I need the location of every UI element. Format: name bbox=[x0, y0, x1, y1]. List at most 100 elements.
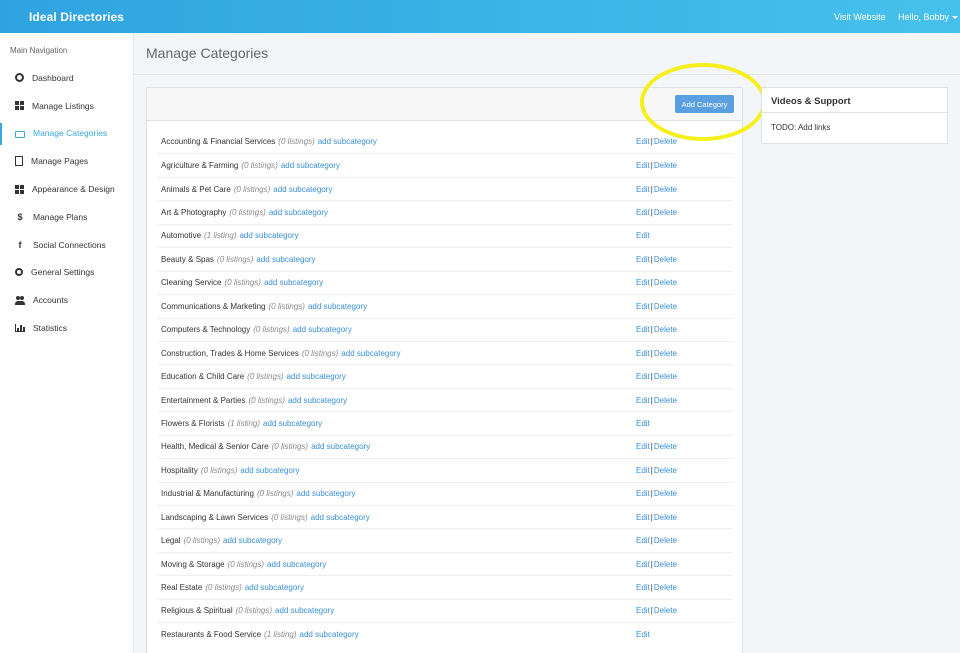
edit-link[interactable]: Edit bbox=[636, 325, 650, 334]
add-subcategory-link[interactable]: add subcategory bbox=[311, 442, 370, 451]
edit-link[interactable]: Edit bbox=[636, 606, 650, 615]
edit-link[interactable]: Edit bbox=[636, 255, 650, 264]
add-subcategory-link[interactable]: add subcategory bbox=[264, 278, 323, 287]
delete-link[interactable]: Delete bbox=[654, 302, 677, 311]
delete-link[interactable]: Delete bbox=[654, 137, 677, 146]
add-subcategory-link[interactable]: add subcategory bbox=[223, 536, 282, 545]
add-subcategory-link[interactable]: add subcategory bbox=[245, 583, 304, 592]
delete-link[interactable]: Delete bbox=[654, 185, 677, 194]
visit-website-link[interactable]: Visit Website bbox=[834, 12, 886, 22]
title-divider bbox=[134, 74, 960, 75]
separator: | bbox=[650, 559, 653, 569]
table-row: Art & Photography (0 listings) add subcate… bbox=[158, 200, 733, 223]
sidebar-item-appearance[interactable]: Appearance & Design bbox=[0, 175, 133, 203]
sidebar-item-label: Manage Categories bbox=[33, 128, 108, 139]
dollar-icon: $ bbox=[17, 211, 23, 222]
sidebar-item-general-settings[interactable]: General Settings bbox=[0, 259, 133, 287]
row-actions: Edit|Delete bbox=[636, 442, 677, 451]
add-subcategory-link[interactable]: add subcategory bbox=[287, 372, 346, 381]
delete-link[interactable]: Delete bbox=[654, 606, 677, 615]
add-subcategory-link[interactable]: add subcategory bbox=[267, 560, 326, 569]
category-name: Construction, Trades & Home Services bbox=[161, 348, 299, 358]
sidebar-item-statistics[interactable]: Statistics bbox=[0, 314, 133, 342]
table-row: Industrial & Manufacturing (0 listings) ad… bbox=[158, 481, 733, 505]
add-subcategory-link[interactable]: add subcategory bbox=[239, 231, 298, 240]
add-subcategory-link[interactable]: add subcategory bbox=[341, 349, 400, 358]
listing-count: (0 listings) bbox=[205, 583, 242, 593]
user-menu[interactable]: Hello, Bobby bbox=[898, 12, 959, 22]
sidebar-item-manage-listings[interactable]: Manage Listings bbox=[0, 92, 133, 120]
delete-link[interactable]: Delete bbox=[654, 278, 677, 287]
add-subcategory-link[interactable]: add subcategory bbox=[256, 255, 315, 264]
category-name: Religious & Spiritual bbox=[161, 606, 233, 616]
delete-link[interactable]: Delete bbox=[654, 161, 677, 170]
delete-link[interactable]: Delete bbox=[654, 208, 677, 217]
edit-link[interactable]: Edit bbox=[636, 278, 650, 287]
edit-link[interactable]: Edit bbox=[636, 231, 650, 240]
delete-link[interactable]: Delete bbox=[654, 560, 677, 569]
category-name: Flowers & Florists bbox=[161, 418, 225, 428]
edit-link[interactable]: Edit bbox=[636, 630, 650, 639]
delete-link[interactable]: Delete bbox=[654, 489, 677, 498]
separator: | bbox=[650, 161, 653, 171]
delete-link[interactable]: Delete bbox=[654, 396, 677, 405]
edit-link[interactable]: Edit bbox=[636, 349, 650, 358]
listing-count: (0 listings) bbox=[227, 559, 265, 569]
delete-link[interactable]: Delete bbox=[654, 325, 677, 334]
sidebar-item-manage-pages[interactable]: Manage Pages bbox=[0, 147, 133, 175]
delete-link[interactable]: Delete bbox=[654, 466, 677, 475]
add-subcategory-link[interactable]: add subcategory bbox=[275, 606, 334, 615]
delete-link[interactable]: Delete bbox=[654, 349, 677, 358]
add-subcategory-link[interactable]: add subcategory bbox=[273, 185, 332, 194]
edit-link[interactable]: Edit bbox=[636, 442, 650, 451]
delete-link[interactable]: Delete bbox=[654, 442, 677, 451]
add-subcategory-link[interactable]: add subcategory bbox=[308, 302, 367, 311]
listing-count: (1 listing) bbox=[204, 231, 237, 241]
delete-link[interactable]: Delete bbox=[654, 255, 677, 264]
add-subcategory-link[interactable]: add subcategory bbox=[269, 208, 328, 217]
edit-link[interactable]: Edit bbox=[636, 372, 650, 381]
add-category-button[interactable]: Add Category bbox=[675, 95, 734, 113]
edit-link[interactable]: Edit bbox=[636, 466, 650, 475]
edit-link[interactable]: Edit bbox=[636, 161, 650, 170]
edit-link[interactable]: Edit bbox=[636, 560, 650, 569]
delete-link[interactable]: Delete bbox=[654, 536, 677, 545]
brand-logo[interactable]: Ideal Directories bbox=[29, 10, 124, 24]
sidebar-item-accounts[interactable]: Accounts bbox=[0, 286, 133, 314]
sidebar-item-manage-categories[interactable]: Manage Categories bbox=[0, 120, 133, 148]
add-subcategory-link[interactable]: add subcategory bbox=[300, 630, 359, 639]
edit-link[interactable]: Edit bbox=[636, 513, 650, 522]
sidebar-item-dashboard[interactable]: Dashboard bbox=[0, 64, 133, 92]
separator: | bbox=[650, 348, 653, 358]
add-subcategory-link[interactable]: add subcategory bbox=[281, 161, 340, 170]
add-subcategory-link[interactable]: add subcategory bbox=[293, 325, 352, 334]
edit-link[interactable]: Edit bbox=[636, 137, 650, 146]
add-subcategory-link[interactable]: add subcategory bbox=[263, 419, 322, 428]
sidebar-item-manage-plans[interactable]: $ Manage Plans bbox=[0, 203, 133, 231]
videos-support-panel: Videos & Support TODO: Add links bbox=[761, 87, 948, 144]
category-name: Computers & Technology bbox=[161, 325, 251, 335]
edit-link[interactable]: Edit bbox=[636, 185, 650, 194]
edit-link[interactable]: Edit bbox=[636, 302, 650, 311]
category-list: Accounting & Financial Services (0 listin… bbox=[158, 130, 733, 646]
sidebar-item-social-connections[interactable]: f Social Connections bbox=[0, 231, 133, 259]
add-subcategory-link[interactable]: add subcategory bbox=[296, 489, 355, 498]
row-actions: Edit|Delete bbox=[636, 185, 677, 194]
edit-link[interactable]: Edit bbox=[636, 396, 650, 405]
edit-link[interactable]: Edit bbox=[636, 419, 650, 428]
table-row: Automotive (1 listing) add subcategory Edit bbox=[158, 223, 733, 247]
row-actions: Edit bbox=[636, 419, 650, 428]
category-name: Art & Photography bbox=[161, 208, 227, 218]
add-subcategory-link[interactable]: add subcategory bbox=[318, 137, 377, 146]
add-subcategory-link[interactable]: add subcategory bbox=[288, 396, 347, 405]
delete-link[interactable]: Delete bbox=[654, 513, 677, 522]
delete-link[interactable]: Delete bbox=[654, 372, 677, 381]
add-subcategory-link[interactable]: add subcategory bbox=[311, 513, 370, 522]
edit-link[interactable]: Edit bbox=[636, 583, 650, 592]
add-subcategory-link[interactable]: add subcategory bbox=[240, 466, 299, 475]
edit-link[interactable]: Edit bbox=[636, 208, 650, 217]
edit-link[interactable]: Edit bbox=[636, 489, 650, 498]
edit-link[interactable]: Edit bbox=[636, 536, 650, 545]
delete-link[interactable]: Delete bbox=[654, 583, 677, 592]
page-icon bbox=[15, 156, 23, 167]
